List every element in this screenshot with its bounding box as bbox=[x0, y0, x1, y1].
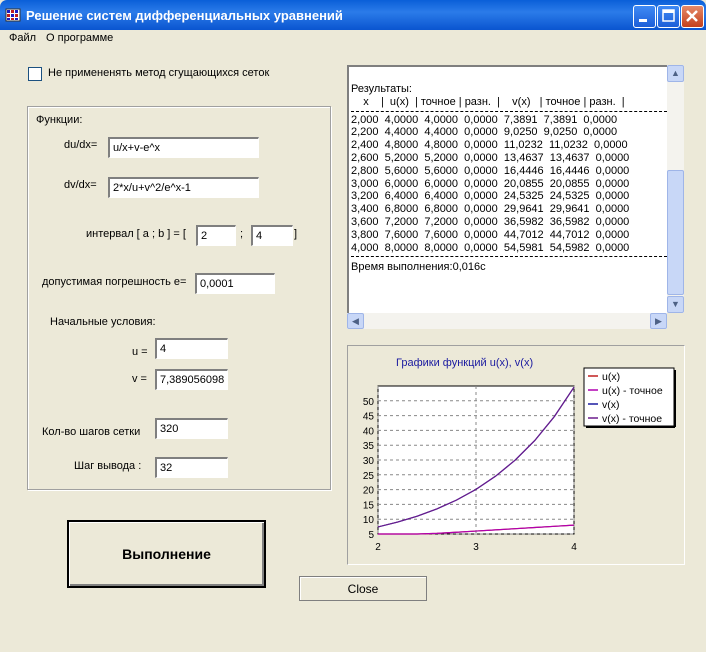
scroll-up-button[interactable]: ▲ bbox=[667, 65, 684, 82]
results-horizontal-scrollbar[interactable]: ◀ ▶ bbox=[347, 313, 667, 329]
y-tick-label: 5 bbox=[368, 530, 374, 541]
result-row: 3,800 7,6000 7,6000 0,0000 44,7012 44,70… bbox=[351, 228, 630, 241]
interval-separator: ; bbox=[240, 228, 244, 240]
u-label: u = bbox=[132, 346, 148, 358]
interval-a-input[interactable]: 2 bbox=[196, 225, 236, 246]
interval-label: интервал [ a ; b ] = [ bbox=[86, 228, 186, 240]
dv-input[interactable]: 2*x/u+v^2/e^x-1 bbox=[108, 177, 259, 198]
tolerance-input[interactable]: 0,0001 bbox=[195, 273, 275, 294]
app-grid-icon bbox=[5, 8, 21, 22]
chart-panel: Графики функций u(x), v(x) 5 10 15 20 25 30 35 4… bbox=[347, 345, 685, 565]
y-tick-label: 35 bbox=[363, 441, 375, 452]
u-input[interactable]: 4 bbox=[155, 338, 228, 359]
legend-entry: u(x) - точное bbox=[602, 385, 663, 397]
x-tick-label: 4 bbox=[571, 542, 577, 553]
output-step-label: Шаг вывода : bbox=[74, 460, 142, 472]
output-step-input[interactable]: 32 bbox=[155, 457, 228, 478]
results-rows: 2,000 4,0000 4,0000 0,0000 7,3891 7,3891… bbox=[351, 114, 667, 255]
y-tick-label: 30 bbox=[363, 456, 375, 467]
functions-group-label: Функции: bbox=[36, 114, 83, 126]
legend-entry: v(x) - точное bbox=[602, 413, 662, 425]
y-tick-label: 40 bbox=[363, 426, 375, 437]
steps-input[interactable]: 320 bbox=[155, 418, 228, 439]
close-button[interactable]: Close bbox=[299, 576, 427, 601]
results-divider bbox=[351, 110, 667, 112]
du-label: du/dx= bbox=[64, 139, 98, 151]
nonuniform-grid-checkbox[interactable] bbox=[28, 67, 42, 81]
close-icon bbox=[686, 10, 698, 22]
y-tick-label: 10 bbox=[363, 515, 375, 526]
maximize-button[interactable] bbox=[657, 5, 680, 28]
result-row: 2,400 4,8000 4,8000 0,0000 11,0232 11,02… bbox=[351, 139, 628, 152]
result-row: 2,200 4,4000 4,4000 0,0000 9,0250 9,0250… bbox=[351, 126, 618, 139]
result-row: 3,200 6,4000 6,4000 0,0000 24,5325 24,53… bbox=[351, 190, 630, 203]
results-header: x | u(x) | точное | разн. | v(x) | точно… bbox=[351, 95, 625, 108]
legend-entry: v(x) bbox=[602, 399, 620, 411]
v-label: v = bbox=[132, 373, 147, 385]
dv-label: dv/dx= bbox=[64, 179, 97, 191]
result-row: 4,000 8,0000 8,0000 0,0000 54,5981 54,59… bbox=[351, 241, 630, 254]
nonuniform-grid-label: Не примененять метод сгущающихся сеток bbox=[48, 67, 270, 79]
y-tick-label: 20 bbox=[363, 486, 375, 497]
result-row: 2,800 5,6000 5,6000 0,0000 16,4446 16,44… bbox=[351, 164, 630, 177]
interval-b-input[interactable]: 4 bbox=[251, 225, 293, 246]
result-row: 2,000 4,0000 4,0000 0,0000 7,3891 7,3891… bbox=[351, 113, 618, 126]
results-vertical-scrollbar[interactable]: ▲ ▼ bbox=[667, 65, 684, 313]
scroll-thumb[interactable] bbox=[667, 170, 684, 295]
results-divider-bottom bbox=[351, 256, 667, 258]
y-tick-label: 50 bbox=[363, 397, 375, 408]
y-tick-label: 25 bbox=[363, 471, 375, 482]
maximize-icon bbox=[662, 9, 675, 22]
y-tick-label: 15 bbox=[363, 500, 375, 511]
window-title: Решение систем дифференциальных уравнени… bbox=[26, 8, 343, 23]
elapsed-time: Время выполнения:0,016с bbox=[351, 261, 486, 274]
v-input[interactable]: 7,389056098 bbox=[155, 369, 228, 390]
menu-about[interactable]: О программе bbox=[46, 32, 113, 44]
x-tick-label: 3 bbox=[473, 542, 479, 553]
results-title: Результаты: bbox=[351, 83, 412, 95]
minimize-button[interactable] bbox=[633, 5, 656, 28]
scroll-left-button[interactable]: ◀ bbox=[347, 313, 364, 329]
initial-conditions-label: Начальные условия: bbox=[50, 316, 156, 328]
du-input[interactable]: u/x+v-e^x bbox=[108, 137, 259, 158]
scroll-right-button[interactable]: ▶ bbox=[650, 313, 667, 329]
result-row: 3,000 6,0000 6,0000 0,0000 20,0855 20,08… bbox=[351, 177, 630, 190]
menu-bar: Файл О программе bbox=[4, 30, 702, 48]
menu-file[interactable]: Файл bbox=[9, 32, 36, 44]
x-tick-label: 2 bbox=[375, 542, 381, 553]
scroll-down-button[interactable]: ▼ bbox=[667, 296, 684, 313]
interval-close-bracket: ] bbox=[294, 228, 298, 240]
y-tick-label: 45 bbox=[363, 412, 375, 423]
title-bar: Решение систем дифференциальных уравнени… bbox=[0, 0, 706, 30]
scroll-corner bbox=[667, 313, 684, 329]
steps-label: Кол-во шагов сетки bbox=[42, 426, 141, 438]
legend-entry: u(x) bbox=[602, 371, 620, 383]
minimize-icon bbox=[639, 19, 647, 22]
execute-button[interactable]: Выполнение bbox=[67, 520, 266, 588]
results-textarea[interactable]: Результаты: x | u(x) | точное | разн. | … bbox=[347, 65, 667, 329]
result-row: 3,600 7,2000 7,2000 0,0000 36,5982 36,59… bbox=[351, 215, 630, 228]
functions-chart: Графики функций u(x), v(x) 5 10 15 20 25 30 35 4… bbox=[363, 357, 676, 553]
chart-title: Графики функций u(x), v(x) bbox=[396, 357, 533, 369]
close-window-button[interactable] bbox=[681, 5, 704, 28]
result-row: 2,600 5,2000 5,2000 0,0000 13,4637 13,46… bbox=[351, 151, 630, 164]
tolerance-label: допустимая погрешность e= bbox=[42, 276, 187, 288]
result-row: 3,400 6,8000 6,8000 0,0000 29,9641 29,96… bbox=[351, 203, 630, 216]
